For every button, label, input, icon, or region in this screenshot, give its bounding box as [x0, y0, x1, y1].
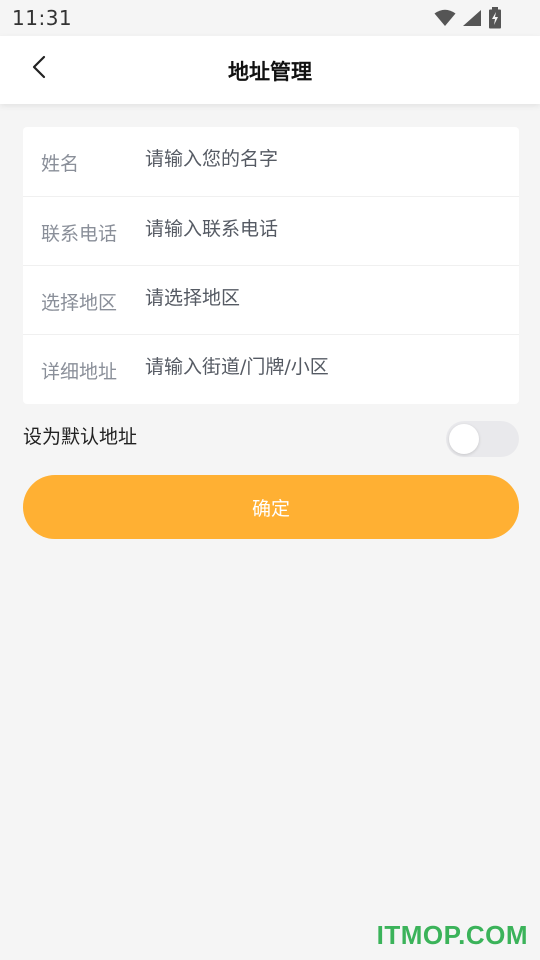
default-address-toggle[interactable]: [446, 421, 519, 457]
region-label: 选择地区: [41, 292, 118, 314]
battery-charging-icon: [488, 7, 502, 29]
page-title: 地址管理: [228, 60, 312, 84]
status-time: 11:31: [12, 6, 73, 30]
address-label: 详细地址: [41, 361, 118, 383]
signal-icon: [462, 9, 482, 27]
status-bar: 11:31: [0, 0, 540, 36]
confirm-button[interactable]: 确定: [23, 475, 519, 539]
address-input[interactable]: [145, 349, 505, 385]
phone-label: 联系电话: [41, 223, 118, 245]
default-address-label: 设为默认地址: [23, 426, 138, 448]
address-form: 姓名 联系电话 选择地区 详细地址: [23, 127, 519, 404]
phone-row: 联系电话: [23, 196, 519, 265]
watermark: ITMOP.COM: [376, 920, 528, 950]
region-row[interactable]: 选择地区: [23, 265, 519, 334]
default-address-row: 设为默认地址: [23, 418, 519, 458]
region-select[interactable]: [145, 280, 505, 316]
address-row: 详细地址: [23, 334, 519, 403]
wifi-icon: [434, 9, 456, 27]
name-row: 姓名: [23, 127, 519, 196]
app-bar: 地址管理: [0, 36, 540, 104]
toggle-knob: [449, 424, 479, 454]
name-label: 姓名: [41, 153, 80, 175]
status-icons: [434, 7, 502, 29]
phone-input[interactable]: [145, 211, 505, 247]
name-input[interactable]: [145, 141, 505, 177]
